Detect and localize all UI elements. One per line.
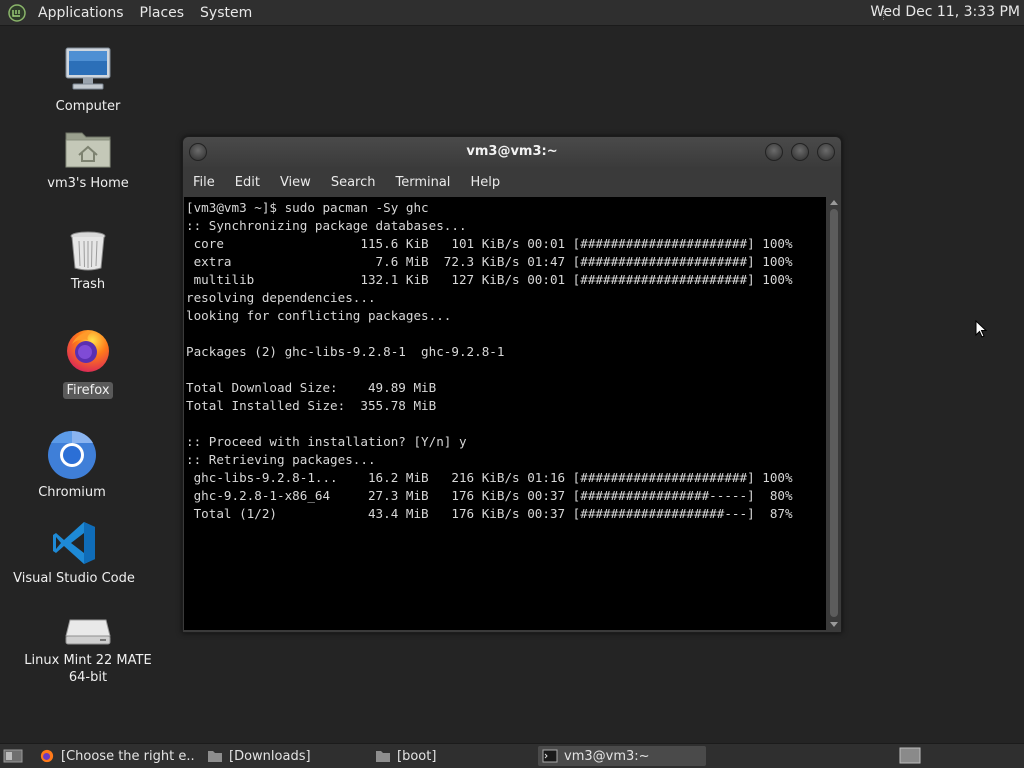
taskbar-item-label: [Choose the right e... bbox=[61, 748, 195, 764]
window-titlebar[interactable]: vm3@vm3:~ bbox=[183, 137, 841, 167]
scrollbar-thumb[interactable] bbox=[830, 209, 838, 617]
terminal-output[interactable]: [vm3@vm3 ~]$ sudo pacman -Sy ghc:: Synch… bbox=[184, 197, 826, 630]
terminal-scrollbar[interactable] bbox=[827, 197, 841, 630]
desktop-icon-label: Firefox bbox=[63, 382, 113, 399]
menu-edit[interactable]: Edit bbox=[225, 175, 270, 190]
terminal-line: :: Synchronizing package databases... bbox=[186, 218, 467, 233]
folder-icon bbox=[376, 751, 390, 762]
system-menu[interactable]: System bbox=[192, 5, 260, 21]
terminal-line: extra 7.6 MiB 72.3 KiB/s 01:47 [########… bbox=[186, 254, 793, 269]
desktop-icon-home[interactable]: vm3's Home bbox=[23, 127, 153, 192]
clock[interactable]: Wed Dec 11, 3:33 PM bbox=[870, 4, 1020, 20]
terminal-line: multilib 132.1 KiB 127 KiB/s 00:01 [####… bbox=[186, 272, 793, 287]
chromium-icon bbox=[48, 430, 96, 479]
taskbar-item-boot[interactable]: [boot] bbox=[371, 746, 531, 766]
home-folder-icon bbox=[65, 132, 111, 168]
places-menu[interactable]: Places bbox=[132, 5, 193, 21]
drive-label-line2: 64-bit bbox=[68, 670, 108, 685]
terminal-icon bbox=[542, 749, 558, 763]
desktop-icon-computer[interactable]: Computer bbox=[23, 44, 153, 115]
mouse-cursor-icon bbox=[975, 320, 987, 338]
desktop-icon-label: Linux Mint 22 MATE 64-bit bbox=[23, 652, 153, 686]
taskbar-item-label: vm3@vm3:~ bbox=[564, 748, 650, 764]
desktop-icon-firefox[interactable]: Firefox bbox=[23, 326, 153, 399]
computer-icon bbox=[65, 47, 111, 90]
desktop-icon-drive[interactable]: Linux Mint 22 MATE 64-bit bbox=[23, 612, 153, 686]
minimize-button[interactable] bbox=[765, 143, 783, 161]
menu-file[interactable]: File bbox=[183, 175, 225, 190]
desktop-icon-label: Trash bbox=[70, 277, 106, 292]
top-panel: Applications Places System Wed Dec 11, 3… bbox=[0, 0, 1024, 26]
applications-menu[interactable]: Applications bbox=[30, 5, 132, 21]
menu-help[interactable]: Help bbox=[460, 175, 510, 190]
taskbar-item-firefox[interactable]: [Choose the right e... bbox=[35, 746, 195, 766]
scroll-down-arrow-icon[interactable] bbox=[830, 622, 838, 627]
show-desktop-icon[interactable] bbox=[3, 748, 23, 764]
terminal-line: core 115.6 KiB 101 KiB/s 00:01 [########… bbox=[186, 236, 793, 251]
taskbar-item-downloads[interactable]: [Downloads] bbox=[203, 746, 363, 766]
desktop-icon-label: Visual Studio Code bbox=[13, 571, 135, 586]
desktop-icon-label: Computer bbox=[55, 99, 121, 114]
terminal-line: :: Proceed with installation? [Y/n] y bbox=[186, 434, 467, 449]
taskbar-item-label: [Downloads] bbox=[229, 748, 311, 764]
drive-label-line1: Linux Mint 22 MATE bbox=[24, 653, 152, 668]
terminal-line: looking for conflicting packages... bbox=[186, 308, 452, 323]
terminal-line: ghc-9.2.8-1-x86_64 27.3 MiB 176 KiB/s 00… bbox=[186, 488, 793, 503]
terminal-line: ghc-libs-9.2.8-1... 16.2 MiB 216 KiB/s 0… bbox=[186, 470, 793, 485]
menu-search[interactable]: Search bbox=[321, 175, 386, 190]
desktop-icon-chromium[interactable]: Chromium bbox=[7, 430, 137, 501]
workspace-switcher-icon[interactable] bbox=[899, 747, 921, 764]
desktop-icon-trash[interactable]: Trash bbox=[23, 228, 153, 293]
terminal-window[interactable]: vm3@vm3:~ File Edit View Search Terminal… bbox=[182, 136, 842, 633]
maximize-button[interactable] bbox=[791, 143, 809, 161]
trash-icon bbox=[70, 231, 106, 271]
terminal-line: Total Download Size: 49.89 MiB bbox=[186, 380, 437, 395]
mint-logo-icon[interactable] bbox=[8, 3, 26, 22]
scroll-up-arrow-icon[interactable] bbox=[830, 200, 838, 205]
taskbar-item-label: [boot] bbox=[397, 748, 437, 764]
window-title: vm3@vm3:~ bbox=[466, 144, 558, 159]
terminal-menubar: File Edit View Search Terminal Help bbox=[183, 169, 841, 195]
desktop-icon-vscode[interactable]: Visual Studio Code bbox=[9, 520, 139, 587]
terminal-line: :: Retrieving packages... bbox=[186, 452, 376, 467]
drive-icon bbox=[65, 619, 111, 645]
menu-terminal[interactable]: Terminal bbox=[385, 175, 460, 190]
desktop-icon-label: Chromium bbox=[38, 485, 106, 500]
bottom-panel: [Choose the right e... [Downloads] [boot… bbox=[0, 743, 1024, 768]
terminal-line: resolving dependencies... bbox=[186, 290, 376, 305]
terminal-line: Total Installed Size: 355.78 MiB bbox=[186, 398, 437, 413]
desktop-icon-label: vm3's Home bbox=[47, 176, 129, 191]
vscode-icon bbox=[53, 522, 95, 564]
terminal-line: Packages (2) ghc-libs-9.2.8-1 ghc-9.2.8-… bbox=[186, 344, 505, 359]
terminal-line: Total (1/2) 43.4 MiB 176 KiB/s 00:37 [##… bbox=[186, 506, 793, 521]
taskbar-item-terminal[interactable]: vm3@vm3:~ bbox=[538, 746, 706, 766]
terminal-line: [vm3@vm3 ~]$ sudo pacman -Sy ghc bbox=[186, 200, 429, 215]
firefox-icon bbox=[67, 330, 109, 372]
menu-view[interactable]: View bbox=[270, 175, 321, 190]
folder-icon bbox=[208, 751, 222, 762]
firefox-icon bbox=[40, 749, 54, 763]
close-button[interactable] bbox=[817, 143, 835, 161]
